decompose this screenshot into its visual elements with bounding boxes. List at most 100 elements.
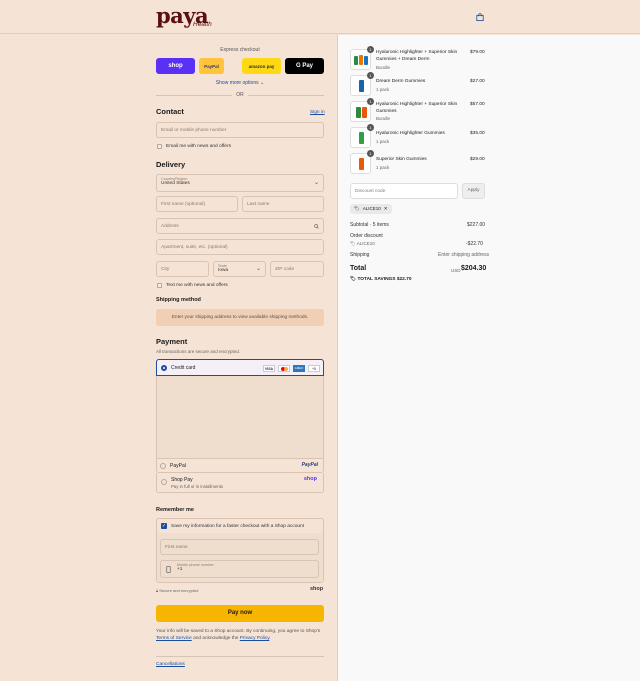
shop-logo: shop bbox=[310, 586, 324, 592]
shopping-bag-icon[interactable] bbox=[476, 13, 484, 21]
item-price: $57.00 bbox=[470, 102, 485, 107]
currency-label: USD bbox=[451, 268, 461, 273]
total-label: Total bbox=[350, 265, 367, 272]
discount-value: -$22.70 bbox=[466, 241, 483, 247]
cancellations-link[interactable]: Cancellations bbox=[156, 662, 185, 667]
sign-in-link[interactable]: Sign in bbox=[310, 110, 325, 115]
savings-label: TOTAL SAVINGS bbox=[357, 277, 396, 282]
order-summary: 1 Hyaluronic Highlighter + Superior Skin… bbox=[337, 35, 640, 681]
tag-icon: 🏷︎ bbox=[350, 277, 357, 282]
remember-first-name-field[interactable]: First name bbox=[160, 539, 319, 555]
paypal-option[interactable]: PayPal PayPal bbox=[156, 458, 324, 473]
search-icon bbox=[314, 224, 319, 229]
item-title: Superior Skin Gummies bbox=[376, 157, 427, 162]
credit-card-option[interactable]: Credit card VISA AMEX +5 bbox=[156, 359, 324, 376]
mastercard-icon bbox=[278, 365, 290, 372]
subtotal-value: $227.00 bbox=[467, 222, 486, 228]
secure-note: 🔒︎ Secure and encrypted bbox=[156, 588, 198, 593]
save-info-checkbox[interactable]: ✓ bbox=[161, 523, 167, 529]
shipping-value: Enter shipping address bbox=[438, 252, 490, 258]
item-title: Hyaluronic Highlighter + Superior Skin G… bbox=[376, 102, 458, 114]
credit-card-radio[interactable] bbox=[161, 365, 167, 371]
terms-link[interactable]: Terms of Service bbox=[156, 636, 192, 641]
tag-icon: 🏷︎ bbox=[354, 206, 360, 211]
email-news-checkbox[interactable] bbox=[157, 144, 162, 149]
item-price: $35.00 bbox=[470, 131, 485, 136]
save-info-label: Save my information for a faster checkou… bbox=[171, 524, 305, 529]
shop-pay-label: Shop Pay bbox=[171, 477, 193, 483]
city-field[interactable]: City bbox=[156, 261, 209, 277]
shipping-notice: Enter your shipping address to view avai… bbox=[156, 309, 324, 326]
legal-text: Your info will be saved to a Shop accoun… bbox=[156, 629, 321, 641]
credit-card-fields bbox=[157, 376, 323, 458]
state-select[interactable]: State Iowa ⌄ bbox=[213, 261, 266, 277]
divider bbox=[156, 95, 232, 96]
item-price: $79.00 bbox=[470, 50, 485, 55]
shop-pay-radio[interactable] bbox=[161, 479, 167, 485]
address-field[interactable]: Address bbox=[156, 218, 324, 234]
item-price: $29.00 bbox=[470, 157, 485, 162]
google-pay-button[interactable]: G Pay bbox=[285, 58, 324, 74]
paypal-label: PayPal bbox=[170, 463, 186, 469]
visa-icon: VISA bbox=[263, 365, 275, 372]
show-more-options-link[interactable]: Show more options ⌄ bbox=[156, 80, 324, 86]
country-select[interactable]: Country/Region United States ⌄ bbox=[156, 174, 324, 192]
legal-text-1: Your info will be saved to a Shop accoun… bbox=[156, 629, 321, 634]
legal-text-2: and acknowledge the bbox=[193, 636, 239, 641]
apartment-field[interactable]: Apartment, suite, etc. (optional) bbox=[156, 239, 324, 255]
discount-tag-code: ALICE10 bbox=[362, 206, 381, 211]
or-separator: OR bbox=[236, 92, 244, 98]
quantity-badge: 1 bbox=[367, 98, 374, 105]
remove-discount-icon[interactable]: ✕ bbox=[384, 204, 388, 214]
shipping-label: Shipping bbox=[350, 252, 370, 258]
brand-logo-sub: Health bbox=[193, 21, 212, 28]
divider bbox=[156, 656, 324, 657]
discount-code-label: ALICE10 bbox=[356, 241, 375, 246]
payment-title: Payment bbox=[156, 337, 188, 346]
zip-field[interactable]: ZIP code bbox=[270, 261, 324, 277]
paypal-button[interactable]: PayPal bbox=[199, 58, 224, 74]
secure-text: Secure and encrypted bbox=[159, 588, 199, 593]
email-field[interactable]: Email or mobile phone number bbox=[156, 122, 324, 138]
total-value: $204.30 bbox=[461, 265, 487, 272]
apply-discount-button[interactable]: Apply bbox=[462, 183, 485, 199]
first-name-field[interactable]: First name (optional) bbox=[156, 196, 238, 212]
amazon-pay-button[interactable]: amazon pay bbox=[242, 58, 281, 74]
shop-pay-option[interactable]: Shop Pay Pay in full or in installments … bbox=[156, 473, 324, 493]
delivery-title: Delivery bbox=[156, 160, 186, 169]
state-value: Iowa bbox=[218, 268, 229, 273]
shop-pay-button[interactable]: shop bbox=[156, 58, 195, 74]
phone-value: +1 bbox=[177, 567, 183, 572]
item-title: Dream Derm Gummies bbox=[376, 79, 426, 84]
phone-icon bbox=[166, 566, 171, 573]
quantity-badge: 1 bbox=[367, 124, 374, 131]
chevron-down-icon: ⌄ bbox=[255, 266, 261, 272]
total-savings: 🏷︎ TOTAL SAVINGS $22.70 bbox=[350, 277, 411, 282]
lock-icon: 🔒︎ bbox=[156, 588, 159, 593]
header: paya Health bbox=[0, 0, 640, 34]
item-price: $27.00 bbox=[470, 79, 485, 84]
paypal-logo: PayPal bbox=[301, 462, 318, 468]
privacy-link[interactable]: Privacy Policy bbox=[240, 636, 270, 641]
item-title: Hyaluronic Highlighter + Superior Skin G… bbox=[376, 50, 458, 62]
discount-tag: 🏷︎ ALICE10 ✕ bbox=[350, 204, 392, 214]
payment-subtitle: All transactions are secure and encrypte… bbox=[156, 349, 241, 354]
checkout-form: Express checkout shop PayPal amazon pay … bbox=[0, 35, 337, 681]
paypal-radio[interactable] bbox=[160, 463, 166, 469]
text-news-checkbox[interactable] bbox=[157, 283, 162, 288]
pay-now-button[interactable]: Pay now bbox=[156, 605, 324, 622]
item-sub: 1 pack bbox=[376, 87, 390, 92]
remember-me-title: Remember me bbox=[156, 507, 194, 513]
discount-code-row: 🏷︎ ALICE10 bbox=[350, 241, 375, 247]
chevron-down-icon: ⌄ bbox=[313, 180, 319, 186]
show-more-options-label: Show more options bbox=[215, 80, 259, 86]
phone-field[interactable]: Mobile phone number +1 bbox=[160, 560, 319, 578]
shop-pay-logo: shop bbox=[303, 476, 317, 482]
item-sub: 1 pack bbox=[376, 165, 390, 170]
email-news-label: Email me with news and offers bbox=[166, 144, 231, 149]
amex-icon: AMEX bbox=[293, 365, 305, 372]
last-name-field[interactable]: Last name bbox=[242, 196, 324, 212]
item-sub: Bundle bbox=[376, 116, 391, 121]
discount-code-field[interactable]: Discount code bbox=[350, 183, 458, 199]
quantity-badge: 1 bbox=[367, 72, 374, 79]
